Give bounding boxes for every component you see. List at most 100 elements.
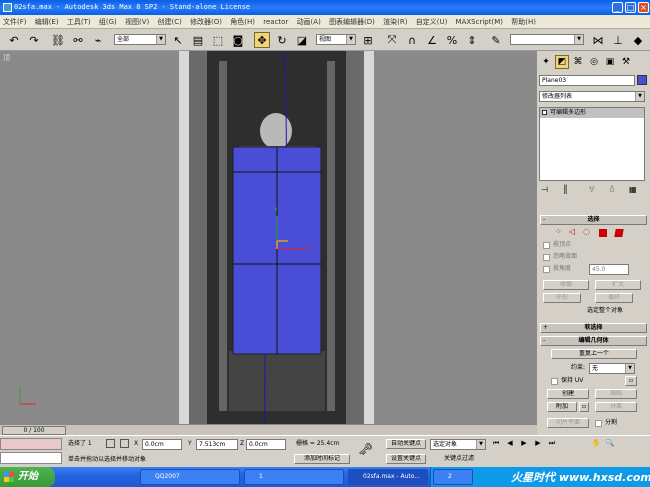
menu-views[interactable]: 视图(V) bbox=[122, 15, 152, 29]
stack-item-editable-poly[interactable]: 可编辑多边形 bbox=[540, 108, 644, 118]
zoom-icon[interactable]: 🔍 bbox=[604, 437, 616, 449]
spinner-snap-icon[interactable]: ⇕ bbox=[464, 32, 480, 48]
play-icon[interactable]: ▶ bbox=[518, 437, 530, 449]
next-frame-icon[interactable]: ▶ bbox=[532, 437, 544, 449]
y-coordinate-field[interactable]: 7.513cm bbox=[196, 439, 238, 450]
window-crossing-icon[interactable]: ◙ bbox=[230, 32, 246, 48]
reference-coord-dropdown[interactable]: 视图 ▼ bbox=[316, 34, 356, 45]
go-to-end-icon[interactable]: ⏭ bbox=[546, 437, 558, 449]
menu-group[interactable]: 组(G) bbox=[96, 15, 120, 29]
menu-reactor[interactable]: reactor bbox=[260, 15, 291, 29]
time-slider-thumb[interactable]: 0 / 100 bbox=[2, 426, 66, 435]
object-name-field[interactable]: Plane03 bbox=[539, 75, 635, 86]
selection-rollout-header[interactable]: - 选择 bbox=[540, 215, 647, 225]
create-button[interactable]: 创建 bbox=[547, 389, 589, 399]
bind-spacewarp-icon[interactable]: ⌁ bbox=[90, 32, 106, 48]
undo-icon[interactable]: ↶ bbox=[6, 32, 22, 48]
named-selection-sets-dropdown[interactable]: ▼ bbox=[510, 34, 584, 45]
shrink-button[interactable]: 收缩 bbox=[543, 280, 589, 290]
select-scale-icon[interactable]: ◪ bbox=[294, 32, 310, 48]
select-rotate-icon[interactable]: ↻ bbox=[274, 32, 290, 48]
create-tab-icon[interactable]: ✦ bbox=[539, 55, 553, 69]
show-end-result-icon[interactable]: ║ bbox=[563, 185, 568, 194]
menu-customize[interactable]: 自定义(U) bbox=[413, 15, 451, 29]
detach-button[interactable]: 分离 bbox=[595, 402, 637, 412]
soft-selection-rollout-header[interactable]: + 软选择 bbox=[540, 323, 647, 333]
menu-create[interactable]: 创建(C) bbox=[154, 15, 184, 29]
plane-object[interactable] bbox=[0, 51, 537, 424]
named-selection-icon[interactable]: ✎ bbox=[488, 32, 504, 48]
task-qq[interactable]: QQ2007 bbox=[140, 469, 240, 485]
ignore-backfacing-checkbox[interactable] bbox=[543, 254, 550, 261]
collapse-button[interactable]: 塌陷 bbox=[595, 389, 637, 399]
percent-snap-icon[interactable]: % bbox=[444, 32, 460, 48]
vertex-mode-icon[interactable]: ⁘ bbox=[555, 227, 562, 236]
menu-graph-editors[interactable]: 图表编辑器(D) bbox=[326, 15, 378, 29]
task-3dsmax[interactable]: 02sfa.max - Auto... bbox=[348, 469, 428, 485]
select-move-icon[interactable]: ✥ bbox=[254, 32, 270, 48]
slice-plane-button[interactable]: 切片平面 bbox=[547, 418, 589, 428]
layer-manager-icon[interactable]: ◆ bbox=[630, 32, 646, 48]
minimize-button[interactable]: _ bbox=[612, 2, 623, 13]
select-link-icon[interactable]: ⛓ bbox=[50, 32, 66, 48]
grow-button[interactable]: 扩大 bbox=[595, 280, 641, 290]
menu-modifiers[interactable]: 修改器(O) bbox=[187, 15, 225, 29]
utilities-tab-icon[interactable]: ⚒ bbox=[619, 55, 633, 69]
rect-selection-icon[interactable]: ⬚ bbox=[210, 32, 226, 48]
set-key-button[interactable]: 设置关键点 bbox=[386, 454, 426, 464]
maxscript-listener-mini[interactable] bbox=[0, 438, 62, 450]
angle-snap-icon[interactable]: ∠ bbox=[424, 32, 440, 48]
menu-file[interactable]: 文件(F) bbox=[0, 15, 30, 29]
menu-edit[interactable]: 编辑(E) bbox=[32, 15, 62, 29]
menu-rendering[interactable]: 渲染(R) bbox=[380, 15, 410, 29]
modify-tab-icon[interactable]: ◩ bbox=[555, 55, 569, 69]
loop-button[interactable]: 循环 bbox=[595, 293, 633, 303]
attach-button[interactable]: 附加 bbox=[547, 402, 577, 412]
configure-sets-icon[interactable]: ▦ bbox=[629, 185, 637, 194]
object-color-swatch[interactable] bbox=[637, 75, 647, 85]
ring-button[interactable]: 环形 bbox=[543, 293, 581, 303]
snap-3d-icon[interactable]: ∩ bbox=[404, 32, 420, 48]
start-button[interactable]: 开始 bbox=[0, 467, 55, 487]
attach-list-button[interactable]: ▫ bbox=[579, 402, 589, 412]
make-unique-icon[interactable]: ∀ bbox=[589, 185, 594, 194]
menu-tools[interactable]: 工具(T) bbox=[64, 15, 94, 29]
select-by-name-icon[interactable]: ▤ bbox=[190, 32, 206, 48]
preserve-uv-settings-button[interactable]: ▫ bbox=[625, 376, 637, 386]
key-set-dropdown[interactable]: 选定对象 ▼ bbox=[430, 439, 486, 450]
by-vertex-checkbox[interactable] bbox=[543, 242, 550, 249]
repeat-last-button[interactable]: 重复上一个 bbox=[551, 349, 637, 359]
go-to-start-icon[interactable]: ⏮ bbox=[490, 437, 502, 449]
expand-icon[interactable] bbox=[542, 110, 547, 115]
menu-maxscript[interactable]: MAXScript(M) bbox=[453, 15, 506, 29]
hierarchy-tab-icon[interactable]: ⌘ bbox=[571, 55, 585, 69]
selection-lock-icon[interactable] bbox=[106, 439, 115, 448]
redo-icon[interactable]: ↷ bbox=[26, 32, 42, 48]
maxscript-input-mini[interactable] bbox=[0, 452, 62, 464]
element-mode-icon[interactable] bbox=[614, 229, 624, 237]
menu-animation[interactable]: 动画(A) bbox=[294, 15, 324, 29]
x-coordinate-field[interactable]: 0.0cm bbox=[142, 439, 182, 450]
remove-modifier-icon[interactable]: ♁ bbox=[609, 185, 615, 194]
add-time-tag-button[interactable]: 添加时间标记 bbox=[294, 454, 350, 464]
previous-frame-icon[interactable]: ◀ bbox=[504, 437, 516, 449]
pivot-center-icon[interactable]: ⊞ bbox=[360, 32, 376, 48]
select-object-icon[interactable]: ↖ bbox=[170, 32, 186, 48]
border-mode-icon[interactable]: ◌ bbox=[583, 227, 590, 236]
edit-geometry-rollout-header[interactable]: - 编辑几何体 bbox=[540, 336, 647, 346]
app-icon[interactable] bbox=[3, 3, 12, 12]
viewport-top[interactable]: 顶 y x bbox=[0, 51, 537, 424]
edge-mode-icon[interactable]: ◁ bbox=[569, 227, 575, 236]
z-coordinate-field[interactable]: 0.0cm bbox=[246, 439, 286, 450]
time-slider[interactable]: 0 / 100 bbox=[0, 424, 537, 435]
task-folder-2[interactable]: 2 bbox=[433, 469, 473, 485]
task-folder-1[interactable]: 1 bbox=[244, 469, 344, 485]
auto-key-button[interactable]: 自动关键点 bbox=[386, 439, 426, 449]
align-icon[interactable]: ⊥ bbox=[610, 32, 626, 48]
display-tab-icon[interactable]: ▣ bbox=[603, 55, 617, 69]
close-button[interactable]: × bbox=[638, 2, 649, 13]
absolute-mode-icon[interactable] bbox=[120, 439, 129, 448]
motion-tab-icon[interactable]: ◎ bbox=[587, 55, 601, 69]
modifier-list-dropdown[interactable]: 修改器列表 ▼ bbox=[539, 91, 645, 102]
selection-filter-dropdown[interactable]: 全部 ▼ bbox=[114, 34, 166, 45]
